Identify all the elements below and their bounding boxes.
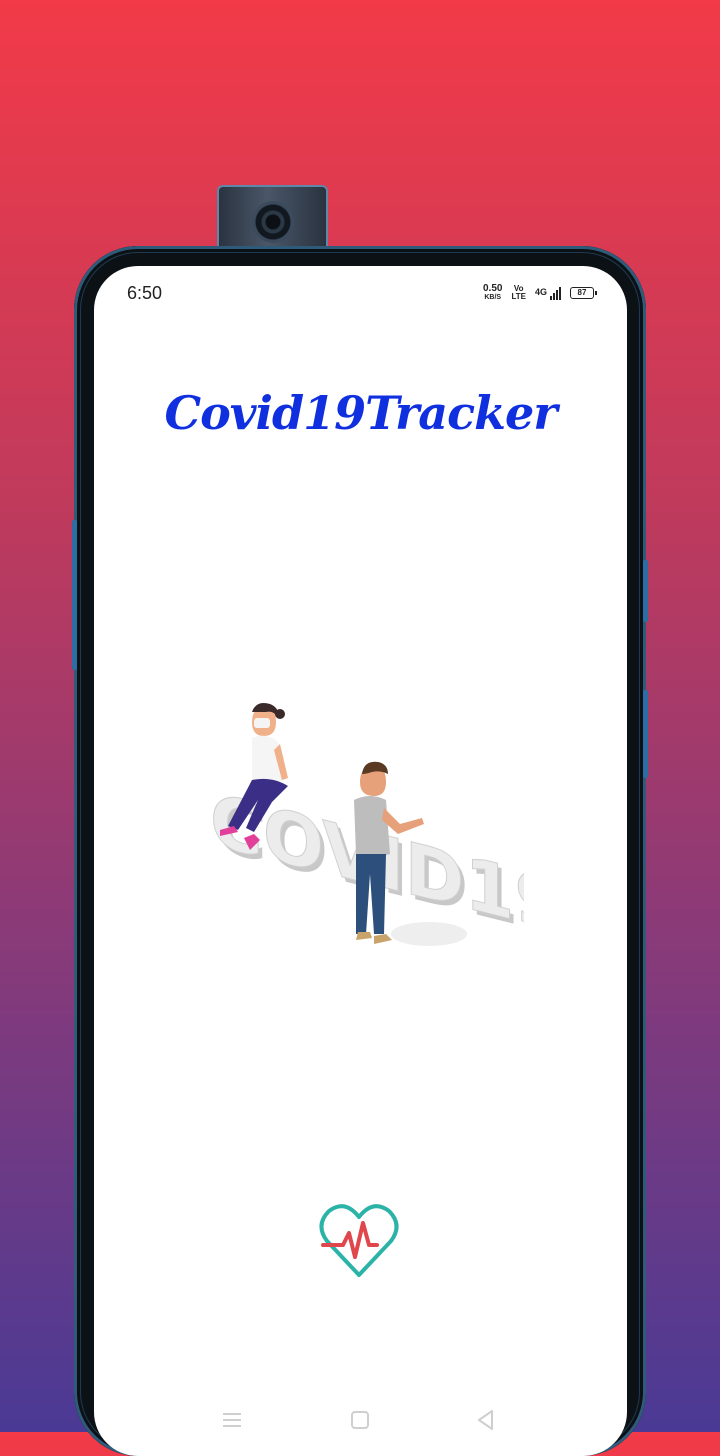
popup-camera [217,185,328,251]
volte-bottom: LTE [511,292,526,301]
navigation-bar [94,1386,627,1456]
status-time: 6:50 [127,283,163,303]
app-title: Covid19Tracker [164,386,558,440]
heart-pulse-icon [319,1204,399,1277]
status-icons: 0.50 KB/S Vo LTE 4G 87 [483,284,597,302]
covid-illustration: COVID19 COVID19 [210,703,524,955]
screen: 6:50 0.50 KB/S Vo LTE 4G 87 Covid19Track… [94,266,627,1456]
network-speed-unit: KB/S [484,294,502,301]
network-speed: 0.50 KB/S [483,284,502,302]
power-button [643,560,648,622]
back-triangle-icon[interactable] [472,1406,500,1434]
battery-icon: 87 [570,287,597,299]
menu-icon[interactable] [218,1406,246,1434]
network-type: 4G [534,286,547,297]
signal-icon: 4G [534,286,561,300]
volte-indicator: Vo LTE [511,285,526,301]
status-bar: 6:50 0.50 KB/S Vo LTE 4G 87 [94,266,627,322]
volume-button [72,520,77,670]
side-button [643,690,648,778]
camera-lens-icon [252,201,294,243]
home-square-icon[interactable] [346,1406,374,1434]
